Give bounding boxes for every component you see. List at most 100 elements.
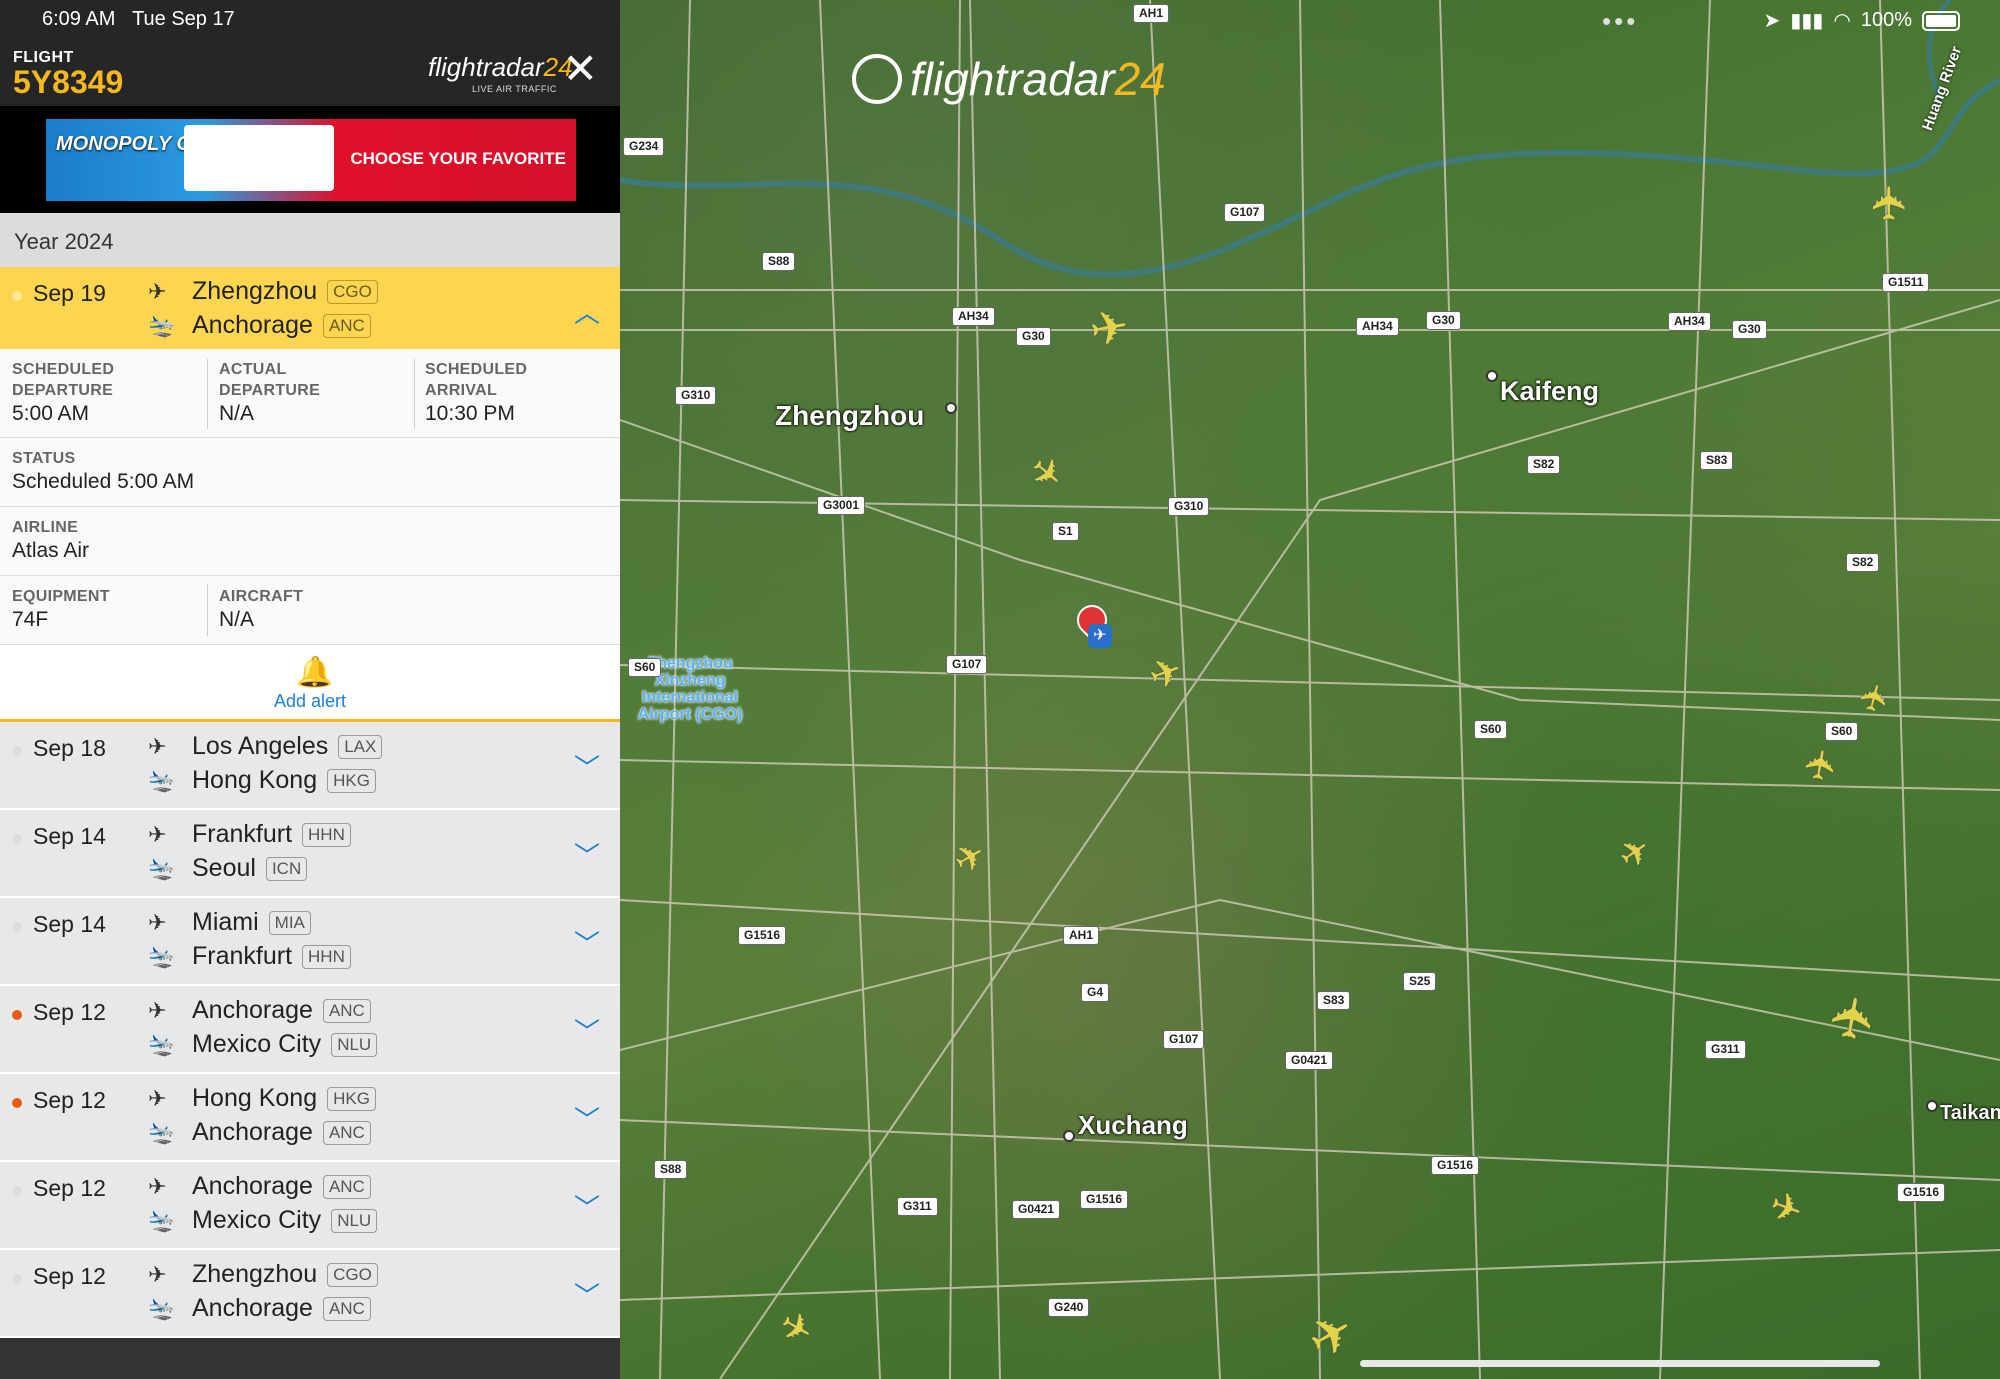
city-zhengzhou[interactable]: Zhengzhou (775, 400, 924, 432)
airport-icon[interactable]: ✈ (1088, 624, 1112, 648)
status-label: STATUS (12, 450, 76, 467)
detail-status: STATUS Scheduled 5:00 AM (0, 438, 620, 507)
chevron-down-icon[interactable]: ﹀ (574, 748, 600, 785)
flight-date: Sep 12 (33, 1175, 106, 1201)
chevron-down-icon[interactable]: ﹀ (574, 836, 600, 873)
flight-map[interactable]: ••• ➤ ▮▮▮ ◠ 100% flightradar 24 Zhengzhou… (620, 0, 2000, 1379)
flight-row[interactable]: Sep 19 ✈ Zhengzhou CGO 🛬 Anchorage ANC ︿ (0, 267, 620, 349)
route-shield: G4 (1081, 983, 1110, 1002)
close-icon[interactable]: ✕ (563, 48, 598, 90)
from-code: MIA (268, 910, 311, 935)
map-logo-text: flightradar (910, 53, 1115, 105)
departure-leg: ✈ Zhengzhou CGO (148, 1260, 378, 1289)
flight-date: Sep 12 (33, 1263, 106, 1289)
flight-row[interactable]: Sep 12 ✈ Zhengzhou CGO 🛬 Anchorage ANC ﹀ (0, 1250, 620, 1338)
arrival-leg: 🛬 Anchorage ANC (148, 1294, 371, 1323)
landing-icon: 🛬 (148, 855, 176, 881)
route-shield: G30 (1426, 311, 1461, 330)
takeoff-icon: ✈ (148, 821, 167, 847)
arrival-leg: 🛬 Anchorage ANC (148, 311, 371, 340)
divider (207, 359, 208, 429)
flight-row[interactable]: Sep 12 ✈ Anchorage ANC 🛬 Mexico City NLU ﹀ (0, 986, 620, 1074)
airline-value: Atlas Air (12, 539, 90, 562)
chevron-down-icon[interactable]: ﹀ (574, 1100, 600, 1137)
city-dot (1926, 1100, 1938, 1112)
route-shield: G3001 (817, 496, 866, 515)
departure-leg: ✈ Los Angeles LAX (148, 732, 383, 761)
takeoff-icon: ✈ (148, 1173, 167, 1199)
flight-number: 5Y8349 (13, 64, 124, 100)
takeoff-icon: ✈ (148, 278, 167, 304)
chevron-down-icon[interactable]: ﹀ (574, 1188, 600, 1225)
landing-icon: 🛬 (148, 312, 176, 338)
actual-dep-label: ACTUAL DEPARTURE (219, 361, 321, 399)
equipment-label: EQUIPMENT (12, 588, 110, 605)
status-date: Tue Sep 17 (132, 8, 235, 30)
to-city: Mexico City (192, 1206, 322, 1234)
landing-icon: 🛬 (148, 943, 176, 969)
city-xuchang[interactable]: Xuchang (1078, 1110, 1188, 1141)
takeoff-icon: ✈ (148, 1261, 167, 1287)
route-shield: G1516 (1080, 1190, 1129, 1209)
map-logo: flightradar 24 (852, 52, 1166, 106)
flight-date: Sep 12 (33, 999, 106, 1025)
to-city: Frankfurt (192, 942, 293, 970)
map-roads (620, 0, 2000, 1379)
ad-cta: CHOOSE YOUR FAVORITE (350, 149, 566, 168)
flight-row[interactable]: Sep 18 ✈ Los Angeles LAX 🛬 Hong Kong HKG ﹀ (0, 722, 620, 810)
route-shield: S83 (1317, 991, 1351, 1010)
year-header: Year 2024 (0, 213, 620, 267)
chevron-up-icon[interactable]: ︿ (574, 293, 600, 330)
route-shield: G0421 (1285, 1051, 1334, 1070)
departure-leg: ✈ Anchorage ANC (148, 1172, 371, 1201)
map-logo-num: 24 (1114, 53, 1166, 105)
chevron-down-icon[interactable]: ﹀ (574, 924, 600, 961)
flight-row[interactable]: Sep 12 ✈ Anchorage ANC 🛬 Mexico City NLU ﹀ (0, 1162, 620, 1250)
takeoff-icon: ✈ (148, 733, 167, 759)
home-indicator[interactable] (1360, 1360, 1880, 1367)
add-alert-button[interactable]: 🔔 Add alert (0, 645, 620, 722)
from-code: HHN (302, 822, 351, 847)
flight-row[interactable]: Sep 12 ✈ Hong Kong HKG 🛬 Anchorage ANC ﹀ (0, 1074, 620, 1162)
from-city: Hong Kong (192, 1084, 318, 1112)
aircraft-icon[interactable]: ✈ (1797, 745, 1846, 786)
aircraft-icon[interactable]: ✈ (1818, 989, 1888, 1046)
route-shield: G310 (1168, 497, 1210, 516)
route-shield: G234 (623, 137, 665, 156)
chevron-down-icon[interactable]: ﹀ (574, 1012, 600, 1049)
to-code: NLU (331, 1032, 378, 1057)
status-dot (12, 922, 22, 932)
route-shield: S88 (762, 252, 796, 271)
departure-leg: ✈ Frankfurt HHN (148, 820, 351, 849)
to-code: NLU (331, 1208, 378, 1233)
sched-arr-value: 10:30 PM (425, 402, 515, 425)
takeoff-icon: ✈ (148, 997, 167, 1023)
route-shield: S25 (1403, 972, 1437, 991)
landing-icon: 🛬 (148, 1119, 176, 1145)
aircraft-icon[interactable]: ✈ (1863, 184, 1915, 223)
bottom-bar (0, 1338, 620, 1379)
bell-icon: 🔔 (296, 656, 334, 689)
brand-logo-text: flightradar (428, 52, 544, 82)
city-kaifeng[interactable]: Kaifeng (1500, 376, 1599, 407)
city-taikang[interactable]: Taikang (1940, 1102, 2000, 1125)
arrival-leg: 🛬 Seoul ICN (148, 854, 308, 883)
arrival-leg: 🛬 Mexico City NLU (148, 1206, 378, 1235)
route-shield: G1516 (1431, 1156, 1480, 1175)
ad-graphic (184, 125, 334, 191)
flight-date: Sep 14 (33, 911, 106, 937)
chevron-down-icon[interactable]: ﹀ (574, 1276, 600, 1313)
flight-row[interactable]: Sep 14 ✈ Frankfurt HHN 🛬 Seoul ICN ﹀ (0, 810, 620, 898)
ad-banner[interactable]: MONOPOLY GO! CHOOSE YOUR FAVORITE (0, 106, 620, 213)
aircraft-icon[interactable]: ✈ (1086, 299, 1133, 357)
from-city: Frankfurt (192, 820, 293, 848)
ad-image[interactable]: MONOPOLY GO! CHOOSE YOUR FAVORITE (46, 119, 576, 201)
to-code: ANC (322, 1296, 371, 1321)
route-shield: G30 (1732, 320, 1767, 339)
location-icon: ➤ (1763, 10, 1781, 32)
multitasking-dots[interactable]: ••• (1602, 6, 1638, 37)
flight-row[interactable]: Sep 14 ✈ Miami MIA 🛬 Frankfurt HHN ﹀ (0, 898, 620, 986)
brand-logo: flightradar24 (428, 52, 573, 83)
detail-times: SCHEDULED DEPARTURE 5:00 AM ACTUAL DEPART… (0, 349, 620, 438)
status-dot (12, 834, 22, 844)
